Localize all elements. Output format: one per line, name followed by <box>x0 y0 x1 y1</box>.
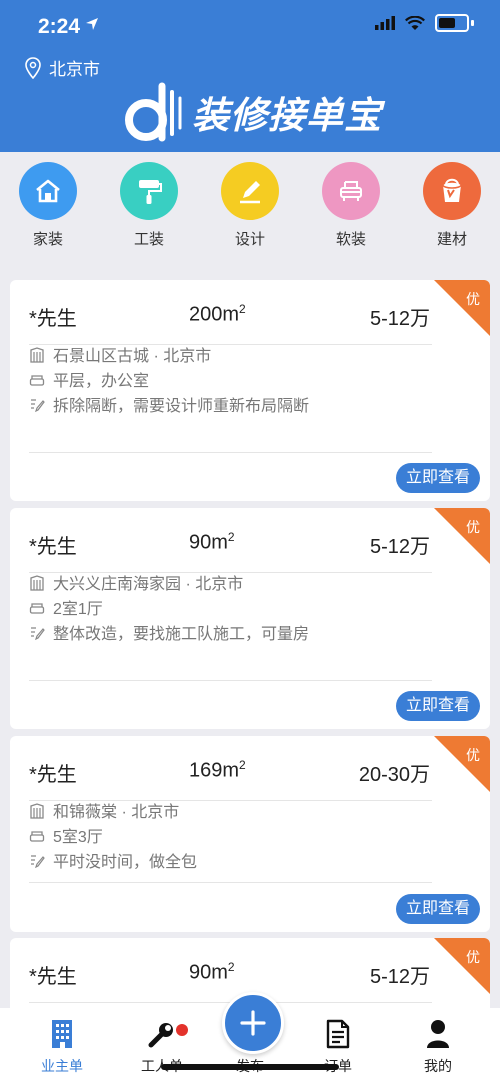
category-materials[interactable]: 建材 <box>412 162 492 249</box>
notification-dot <box>176 1024 188 1036</box>
premium-badge-label: 优 <box>466 519 480 535</box>
category-bar: 家装 工装 设计 软装 建材 <box>0 152 500 262</box>
location-row: 大兴义庄南海家园 · 北京市 <box>29 572 329 597</box>
category-label: 建材 <box>436 231 467 248</box>
category-home-decor[interactable]: 家装 <box>8 162 88 249</box>
category-icon-bg <box>120 162 178 220</box>
home-indicator <box>161 1064 339 1070</box>
tab-label: 我的 <box>424 1058 452 1074</box>
location-row: 石景山区古城 · 北京市 <box>29 344 329 369</box>
sofa-icon <box>29 603 45 614</box>
listing-list[interactable]: 优 *先生 200m2 5-12万 石景山区古城 · 北京市 平层，办公室 拆除… <box>0 268 500 1008</box>
category-label: 设计 <box>234 231 265 248</box>
premium-badge <box>434 736 490 792</box>
location-pin-icon <box>25 56 41 79</box>
category-icon-bg <box>423 162 481 220</box>
divider <box>29 680 432 681</box>
budget: 5-12万 <box>369 308 430 330</box>
logo-mark-icon <box>125 82 182 142</box>
listing-details: 石景山区古城 · 北京市 平层，办公室 拆除隔断，需要设计师重新布局隔断 <box>29 344 329 419</box>
location-arrow-icon <box>86 18 98 30</box>
listing-card[interactable]: 优 *先生 169m2 20-30万 和锦薇棠 · 北京市 5室3厅 平时没时间… <box>10 736 490 932</box>
edit-note-icon <box>31 855 45 869</box>
premium-badge <box>434 280 490 336</box>
budget: 5-12万 <box>369 966 430 988</box>
plus-icon <box>240 1010 266 1036</box>
sofa-icon <box>29 375 45 386</box>
building-icon <box>30 803 44 819</box>
document-icon <box>326 1019 350 1049</box>
house-icon <box>36 179 60 203</box>
premium-badge-label: 优 <box>466 747 480 763</box>
listing-details: 和锦薇棠 · 北京市 5室3厅 平时没时间，做全包 <box>29 800 329 875</box>
tab-owner-orders[interactable]: 业主单 <box>22 1018 102 1076</box>
user-icon <box>427 1020 449 1048</box>
publish-fab-button[interactable] <box>222 992 284 1054</box>
sofa-icon <box>340 181 362 201</box>
house-area: 90m2 <box>189 530 235 554</box>
city-selector[interactable]: 北京市 <box>25 55 100 80</box>
app-header: 2:24 北京市 装修接单宝 <box>0 0 500 152</box>
paint-bucket-icon <box>442 178 462 202</box>
wrench-icon <box>148 1023 173 1048</box>
listing-card[interactable]: 优 *先生 90m2 5-12万 大兴义庄南海家园 · 北京市 2室1厅 整体改… <box>10 508 490 729</box>
edit-note-icon <box>31 627 45 641</box>
category-design[interactable]: 设计 <box>210 162 290 249</box>
city-name: 北京市 <box>49 60 100 79</box>
category-icon-bg <box>322 162 380 220</box>
view-now-button[interactable]: 立即查看 <box>395 463 480 493</box>
house-area: 169m2 <box>189 758 246 782</box>
wifi-icon <box>405 15 425 30</box>
house-type-row: 平层，办公室 <box>29 369 329 394</box>
description-row: 整体改造，要找施工队施工，可量房 <box>29 622 329 647</box>
description-row: 平时没时间，做全包 <box>29 850 329 875</box>
app-logo: 装修接单宝 <box>124 80 382 144</box>
battery-icon <box>435 14 469 32</box>
building-icon <box>30 347 44 363</box>
premium-badge <box>434 938 490 994</box>
location-row: 和锦薇棠 · 北京市 <box>29 800 329 825</box>
budget: 20-30万 <box>358 764 430 786</box>
customer-name: *先生 <box>29 308 77 330</box>
logo-text: 装修接单宝 <box>192 95 382 136</box>
listing-details: 大兴义庄南海家园 · 北京市 2室1厅 整体改造，要找施工队施工，可量房 <box>29 572 329 647</box>
tab-profile[interactable]: 我的 <box>398 1018 478 1076</box>
sofa-icon <box>29 831 45 842</box>
category-label: 家装 <box>32 231 63 248</box>
category-icon-bg <box>221 162 279 220</box>
view-now-button[interactable]: 立即查看 <box>395 894 480 924</box>
house-area: 90m2 <box>189 960 235 984</box>
divider <box>29 452 432 453</box>
house-area: 200m2 <box>189 302 246 326</box>
category-soft-furnishing[interactable]: 软装 <box>311 162 391 249</box>
status-time: 2:24 <box>38 15 81 38</box>
customer-name: *先生 <box>29 764 77 786</box>
tab-label: 业主单 <box>41 1058 83 1074</box>
view-now-button[interactable]: 立即查看 <box>395 691 480 721</box>
divider <box>29 882 432 883</box>
budget: 5-12万 <box>369 536 430 558</box>
category-label: 工装 <box>133 231 164 248</box>
category-label: 软装 <box>335 231 366 248</box>
premium-badge-label: 优 <box>466 949 480 965</box>
description-row: 拆除隔断，需要设计师重新布局隔断 <box>29 394 329 419</box>
house-type-row: 2室1厅 <box>29 597 329 622</box>
customer-name: *先生 <box>29 966 77 988</box>
building-icon <box>52 1020 72 1048</box>
category-commercial[interactable]: 工装 <box>109 162 189 249</box>
paint-roller-icon <box>139 180 162 204</box>
signal-icon <box>375 16 395 30</box>
premium-badge-label: 优 <box>466 291 480 307</box>
house-type-row: 5室3厅 <box>29 825 329 850</box>
customer-name: *先生 <box>29 536 77 558</box>
status-indicators <box>375 14 474 32</box>
listing-card[interactable]: 优 *先生 200m2 5-12万 石景山区古城 · 北京市 平层，办公室 拆除… <box>10 280 490 501</box>
building-icon <box>30 575 44 591</box>
category-icon-bg <box>19 162 77 220</box>
edit-note-icon <box>31 399 45 413</box>
pencil-icon <box>240 181 260 204</box>
premium-badge <box>434 508 490 564</box>
